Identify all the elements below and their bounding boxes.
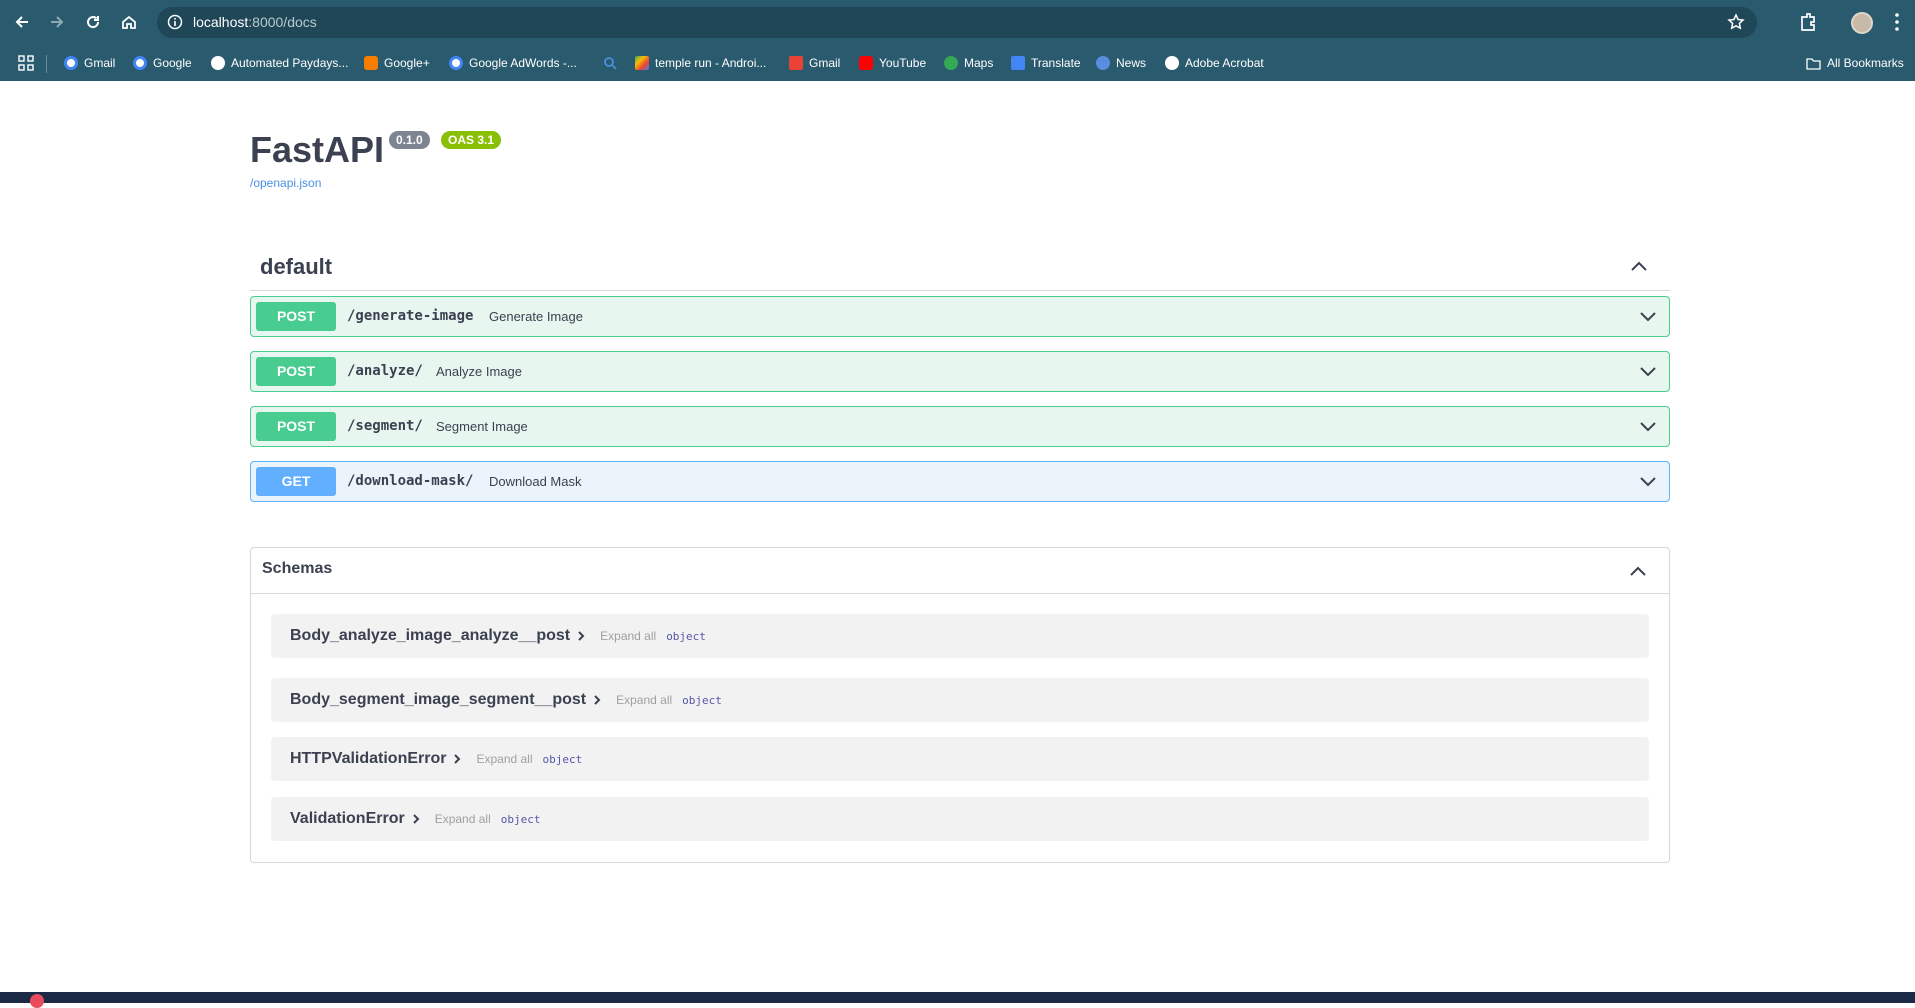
schema-name[interactable]: Body_analyze_image_analyze__post	[290, 627, 570, 644]
google-icon	[449, 56, 463, 70]
chevron-up-icon[interactable]	[1627, 560, 1649, 582]
operation-summary: Generate Image	[489, 309, 583, 324]
operation-summary: Segment Image	[436, 419, 528, 434]
news-icon	[1096, 56, 1110, 70]
bookmarks-bar: Gmail Google Automated Paydays... Google…	[0, 45, 1915, 81]
bookmark-star-icon[interactable]	[1727, 13, 1745, 31]
expand-all-link[interactable]: Expand all	[435, 812, 491, 826]
chevron-down-icon[interactable]	[1637, 361, 1659, 383]
search-icon[interactable]	[603, 56, 617, 70]
schema-name[interactable]: HTTPValidationError	[290, 750, 446, 767]
schema-type: object	[666, 630, 706, 643]
chevron-right-icon[interactable]	[411, 814, 421, 824]
reload-icon[interactable]	[81, 10, 105, 34]
schema-name[interactable]: ValidationError	[290, 810, 405, 827]
bookmark-gmail[interactable]: Gmail	[64, 54, 115, 72]
chevron-right-icon[interactable]	[452, 754, 462, 764]
google-icon	[133, 56, 147, 70]
bookmark-google-plus[interactable]: Google+	[364, 54, 430, 72]
schema-model[interactable]: Body_analyze_image_analyze__post Expand a…	[271, 614, 1649, 658]
apps-grid-icon[interactable]	[18, 55, 34, 71]
google-icon	[64, 56, 78, 70]
schemas-header[interactable]: Schemas	[251, 548, 1669, 594]
schema-model[interactable]: HTTPValidationError Expand all object	[271, 737, 1649, 781]
operation-path: /segment/	[347, 418, 423, 434]
browser-chrome: localhost:8000/docs Gmail Google Automat…	[0, 0, 1915, 81]
tag-section-default[interactable]: default	[250, 241, 1670, 291]
swagger-page: FastAPI 0.1.0 OAS 3.1 /openapi.json defa…	[0, 81, 1915, 992]
bookmark-news[interactable]: News	[1096, 54, 1146, 72]
profile-avatar[interactable]	[1851, 12, 1873, 34]
site-info-icon[interactable]	[167, 14, 183, 30]
os-taskbar	[0, 992, 1915, 1008]
schema-type: object	[682, 694, 722, 707]
operation-summary: Download Mask	[489, 474, 582, 489]
bookmark-gmail-2[interactable]: Gmail	[789, 54, 840, 72]
method-badge: POST	[256, 412, 336, 441]
url-text: localhost:8000/docs	[193, 14, 317, 30]
schema-model[interactable]: ValidationError Expand all object	[271, 797, 1649, 841]
bookmark-translate[interactable]: Translate	[1011, 54, 1081, 72]
bookmark-maps[interactable]: Maps	[944, 54, 993, 72]
operation-analyze[interactable]: POST /analyze/ Analyze Image	[250, 351, 1670, 392]
play-store-icon	[635, 56, 649, 70]
operation-path: /download-mask/	[347, 473, 474, 489]
home-icon[interactable]	[117, 10, 141, 34]
operation-generate-image[interactable]: POST /generate-image Generate Image	[250, 296, 1670, 337]
chevron-down-icon[interactable]	[1637, 416, 1659, 438]
back-icon[interactable]	[10, 10, 34, 34]
menu-kebab-icon[interactable]	[1886, 11, 1908, 33]
schema-type: object	[500, 813, 541, 826]
method-badge: GET	[256, 467, 336, 496]
gmail-icon	[789, 56, 803, 70]
method-badge: POST	[256, 357, 336, 386]
blogger-icon	[364, 56, 378, 70]
bookmark-temple-run[interactable]: temple run - Androi...	[635, 54, 766, 72]
youtube-icon	[859, 56, 873, 70]
chevron-right-icon[interactable]	[592, 695, 602, 705]
schema-model[interactable]: Body_segment_image_segment__post Expand a…	[271, 678, 1649, 722]
operation-path: /analyze/	[347, 363, 423, 379]
browser-toolbar: localhost:8000/docs	[0, 0, 1915, 45]
maps-icon	[944, 56, 958, 70]
taskbar-app-icon[interactable]	[30, 994, 44, 1008]
expand-all-link[interactable]: Expand all	[600, 629, 656, 643]
schemas-title: Schemas	[262, 560, 333, 577]
bookmarks-divider	[46, 55, 47, 73]
extensions-icon[interactable]	[1797, 11, 1819, 33]
operation-path: /generate-image	[347, 308, 474, 324]
operation-download-mask[interactable]: GET /download-mask/ Download Mask	[250, 461, 1670, 502]
chevron-down-icon[interactable]	[1637, 471, 1659, 493]
schema-name[interactable]: Body_segment_image_segment__post	[290, 691, 586, 708]
address-bar[interactable]: localhost:8000/docs	[157, 7, 1757, 38]
globe-icon	[1165, 56, 1179, 70]
schemas-section: Schemas Body_analyze_image_analyze__post…	[250, 547, 1670, 863]
chevron-up-icon[interactable]	[1628, 255, 1650, 277]
forward-icon[interactable]	[45, 10, 69, 34]
method-badge: POST	[256, 302, 336, 331]
all-bookmarks[interactable]: All Bookmarks	[1806, 54, 1904, 72]
schema-type: object	[542, 753, 583, 766]
operation-segment[interactable]: POST /segment/ Segment Image	[250, 406, 1670, 447]
operation-summary: Analyze Image	[436, 364, 522, 379]
translate-icon	[1011, 56, 1025, 70]
bookmark-google[interactable]: Google	[133, 54, 192, 72]
bookmark-youtube[interactable]: YouTube	[859, 54, 926, 72]
expand-all-link[interactable]: Expand all	[616, 693, 672, 707]
chevron-right-icon[interactable]	[576, 631, 586, 641]
bookmark-adobe-acrobat[interactable]: Adobe Acrobat	[1165, 54, 1264, 72]
tag-name: default	[260, 254, 333, 279]
version-badge: 0.1.0	[389, 131, 430, 149]
chevron-down-icon[interactable]	[1637, 306, 1659, 328]
folder-icon	[1806, 57, 1821, 70]
openapi-json-link[interactable]: /openapi.json	[250, 176, 321, 190]
bookmark-automated-paydays[interactable]: Automated Paydays...	[211, 54, 348, 72]
expand-all-link[interactable]: Expand all	[476, 752, 532, 766]
page-title: FastAPI	[250, 129, 385, 170]
bookmark-google-adwords[interactable]: Google AdWords -...	[449, 54, 577, 72]
globe-icon	[211, 56, 225, 70]
oas-badge: OAS 3.1	[441, 131, 502, 149]
